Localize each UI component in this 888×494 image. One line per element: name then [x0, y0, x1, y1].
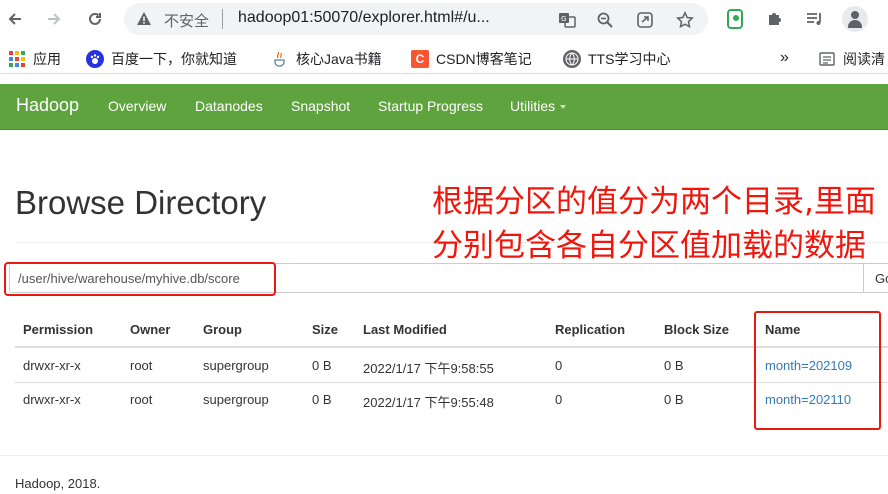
bookmark-tts[interactable]: TTS学习中心 — [563, 49, 670, 69]
bookmark-label: 应用 — [33, 51, 61, 67]
bookmark-label: CSDN博客笔记 — [436, 51, 532, 67]
cell-group: supergroup — [203, 358, 269, 373]
globe-icon — [563, 50, 581, 68]
nav-startup-progress[interactable]: Startup Progress — [378, 98, 483, 114]
nav-snapshot[interactable]: Snapshot — [291, 98, 350, 114]
col-header-replication[interactable]: Replication — [555, 322, 625, 337]
hadoop-brand[interactable]: Hadoop — [16, 95, 79, 116]
nav-utilities[interactable]: Utilities — [510, 98, 567, 114]
cell-owner: root — [130, 392, 153, 407]
extension-scroll-icon[interactable] — [724, 7, 748, 31]
omnibox-separator — [222, 9, 223, 29]
profile-avatar[interactable] — [842, 6, 868, 32]
bookmark-label: TTS学习中心 — [588, 51, 671, 67]
nav-utilities-label: Utilities — [510, 98, 556, 114]
bookmark-reading-list[interactable]: 阅读清 — [818, 49, 885, 69]
reload-icon[interactable] — [82, 6, 108, 32]
java-cup-icon — [271, 50, 289, 68]
col-header-size[interactable]: Size — [312, 322, 338, 337]
bookmark-label: 百度一下，你就知道 — [111, 51, 237, 67]
col-header-last-modified[interactable]: Last Modified — [363, 322, 447, 337]
bookmark-label: 核心Java书籍 — [296, 51, 382, 67]
url-text[interactable]: hadoop01:50070/explorer.html#/u... — [238, 9, 490, 27]
share-icon[interactable] — [634, 9, 656, 31]
cell-replication: 0 — [555, 392, 563, 407]
page-title: Browse Directory — [15, 184, 267, 221]
col-header-group[interactable]: Group — [203, 322, 242, 337]
cell-block-size: 0 B — [664, 358, 684, 373]
annotation-text: 根据分区的值分为两个目录,里面分别包含各自分区值加载的数据 — [432, 184, 876, 264]
back-icon[interactable] — [2, 6, 28, 32]
cell-last-modified: 2022/1/17 下午9:55:48 — [363, 395, 494, 410]
chevron-down-icon — [560, 105, 567, 110]
bookmarks-bar: 应用 百度一下，你就知道 核心Java书籍 C CSDN博客笔记 TTS学习中心… — [0, 44, 888, 74]
col-header-block-size[interactable]: Block Size — [664, 322, 729, 337]
bookmark-label: 阅读清 — [843, 51, 885, 67]
forward-icon[interactable] — [41, 6, 67, 32]
cell-size: 0 B — [312, 358, 332, 373]
bookmark-java-books[interactable]: 核心Java书籍 — [271, 49, 382, 69]
cell-replication: 0 — [555, 358, 563, 373]
warning-icon[interactable] — [136, 11, 152, 27]
translate-icon[interactable]: G — [556, 9, 578, 31]
address-bar[interactable]: 不安全 hadoop01:50070/explorer.html#/u... G — [124, 3, 708, 35]
nav-datanodes[interactable]: Datanodes — [195, 98, 263, 114]
media-queue-icon[interactable] — [803, 7, 827, 31]
name-column-highlight-box — [754, 311, 881, 430]
cell-permission: drwxr-xr-x — [23, 392, 81, 407]
nav-overview[interactable]: Overview — [108, 98, 166, 114]
footer-text: Hadoop, 2018. — [15, 476, 101, 491]
security-label[interactable]: 不安全 — [164, 10, 209, 31]
cell-group: supergroup — [203, 392, 269, 407]
cell-last-modified: 2022/1/17 下午9:58:55 — [363, 361, 494, 376]
bookmark-baidu[interactable]: 百度一下，你就知道 — [86, 49, 237, 69]
baidu-paw-icon — [86, 50, 104, 68]
col-header-owner[interactable]: Owner — [130, 322, 170, 337]
col-header-permission[interactable]: Permission — [23, 322, 93, 337]
zoom-icon[interactable] — [594, 9, 616, 31]
cell-owner: root — [130, 358, 153, 373]
star-icon[interactable] — [674, 9, 696, 31]
apps-grid-icon — [8, 50, 26, 68]
cell-block-size: 0 B — [664, 392, 684, 407]
bookmarks-overflow-button[interactable]: » — [780, 49, 789, 67]
path-highlight-box — [4, 262, 276, 296]
browser-toolbar: 不安全 hadoop01:50070/explorer.html#/u... G — [0, 0, 888, 38]
footer-divider — [0, 455, 888, 456]
cell-size: 0 B — [312, 392, 332, 407]
reading-list-icon — [818, 50, 836, 68]
bookmark-apps[interactable]: 应用 — [8, 49, 61, 69]
hadoop-navbar: Hadoop Overview Datanodes Snapshot Start… — [0, 84, 888, 130]
cell-permission: drwxr-xr-x — [23, 358, 81, 373]
csdn-logo-icon: C — [411, 50, 429, 68]
svg-text:G: G — [561, 15, 566, 23]
puzzle-icon[interactable] — [763, 7, 787, 31]
bookmark-csdn[interactable]: C CSDN博客笔记 — [411, 49, 532, 69]
